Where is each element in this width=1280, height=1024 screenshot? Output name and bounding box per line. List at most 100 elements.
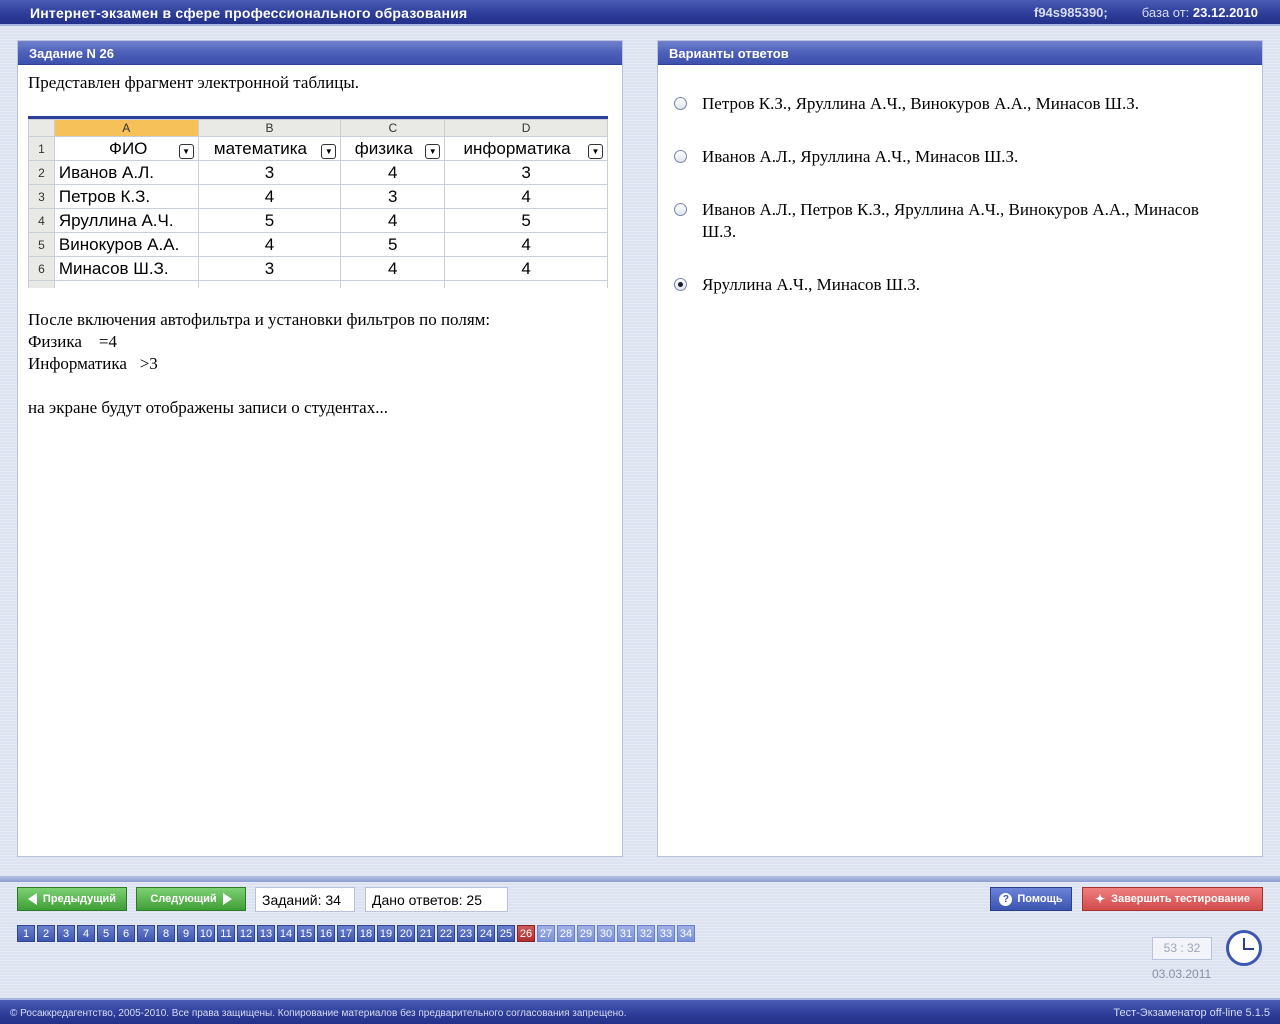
page-button[interactable]: 11: [217, 925, 235, 942]
table-cell: 5: [444, 208, 608, 233]
app-title: Интернет-экзамен в сфере профессионально…: [30, 5, 468, 21]
field-header-label: информатика: [463, 138, 571, 158]
field-header: математика ▼: [197, 136, 342, 161]
page-button[interactable]: 7: [137, 925, 155, 942]
table-row: 4 Яруллина А.Ч. 5 4 5: [28, 208, 608, 233]
table-cell: 5: [340, 232, 446, 257]
prev-label: Предыдущий: [42, 893, 117, 905]
page-button[interactable]: 19: [377, 925, 395, 942]
arrow-right-icon: [222, 893, 232, 905]
column-header: D: [444, 119, 608, 137]
page-button[interactable]: 33: [657, 925, 675, 942]
autofilter-dropdown-icon[interactable]: ▼: [588, 144, 603, 159]
table-cell: Яруллина А.Ч.: [53, 208, 199, 233]
table-cell: 4: [340, 160, 446, 185]
answer-label: Иванов А.Л., Петров К.З., Яруллина А.Ч.,…: [702, 200, 1199, 241]
table-cell: 4: [444, 232, 608, 257]
spreadsheet-fragment: A B C D 1 ФИО ▼ математика ▼ физика ▼ информатика ▼ 2…: [28, 116, 608, 288]
sheet-corner: [28, 119, 55, 137]
field-header: физика ▼: [340, 136, 446, 161]
page-button[interactable]: 22: [437, 925, 455, 942]
page-button[interactable]: 14: [277, 925, 295, 942]
row-number: 1: [28, 136, 55, 161]
table-cell: 4: [197, 184, 342, 209]
page-button[interactable]: 20: [397, 925, 415, 942]
finish-button[interactable]: ✦ Завершить тестирование: [1082, 887, 1263, 911]
radio-button[interactable]: [674, 97, 687, 110]
session-code: f94s985390;: [1034, 5, 1108, 20]
table-cell: 3: [444, 160, 608, 185]
page-button[interactable]: 12: [237, 925, 255, 942]
table-cell: 3: [197, 160, 342, 185]
page-button[interactable]: 9: [177, 925, 195, 942]
version-text: Тест-Экзаменатор off-line 5.1.5: [1113, 1007, 1270, 1019]
autofilter-dropdown-icon[interactable]: ▼: [425, 144, 441, 159]
page-button[interactable]: 3: [57, 925, 75, 942]
task-conditions: После включения автофильтра и установки …: [28, 309, 490, 419]
page-button[interactable]: 32: [637, 925, 655, 942]
page-button[interactable]: 13: [257, 925, 275, 942]
task-panel: Задание N 26 Представлен фрагмент электр…: [17, 40, 623, 857]
page-button[interactable]: 16: [317, 925, 335, 942]
radio-button[interactable]: [674, 203, 687, 216]
page-button[interactable]: 6: [117, 925, 135, 942]
table-cell: Иванов А.Л.: [53, 160, 199, 185]
page-button[interactable]: 23: [457, 925, 475, 942]
filter-physics: Физика =4: [28, 332, 117, 351]
page-button[interactable]: 5: [97, 925, 115, 942]
footer-bar: © Росаккредагентство, 2005-2010. Все пра…: [0, 998, 1280, 1024]
task-heading: Задание N 26: [18, 41, 622, 65]
radio-button[interactable]: [674, 150, 687, 163]
filter-informatics: Информатика >3: [28, 354, 158, 373]
page-button[interactable]: 10: [197, 925, 215, 942]
page-button[interactable]: 1: [17, 925, 35, 942]
page-button[interactable]: 17: [337, 925, 355, 942]
field-header: ФИО ▼: [53, 136, 199, 161]
table-row: 2 Иванов А.Л. 3 4 3: [28, 160, 608, 185]
page-button[interactable]: 21: [417, 925, 435, 942]
page-button[interactable]: 2: [37, 925, 55, 942]
field-header-label: ФИО: [109, 138, 148, 158]
autofilter-dropdown-icon[interactable]: ▼: [321, 144, 337, 159]
answer-label: Петров К.З., Яруллина А.Ч., Винокуров А.…: [702, 94, 1139, 113]
radio-button[interactable]: [674, 278, 687, 291]
row-number: 4: [28, 208, 55, 233]
help-label: Помощь: [1017, 893, 1063, 905]
table-cell: 3: [340, 184, 446, 209]
page-button[interactable]: 26: [517, 925, 535, 942]
column-header: C: [340, 119, 446, 137]
page-button[interactable]: 28: [557, 925, 575, 942]
answer-option[interactable]: Петров К.З., Яруллина А.Ч., Винокуров А.…: [674, 93, 1212, 115]
runner-icon: ✦: [1095, 892, 1106, 906]
next-button[interactable]: Следующий: [136, 887, 246, 911]
page-button[interactable]: 30: [597, 925, 615, 942]
page-button[interactable]: 18: [357, 925, 375, 942]
row-number: 5: [28, 232, 55, 257]
answer-option[interactable]: Иванов А.Л., Яруллина А.Ч., Минасов Ш.З.: [674, 146, 1212, 168]
page-button[interactable]: 8: [157, 925, 175, 942]
page-button[interactable]: 29: [577, 925, 595, 942]
field-header-label: математика: [213, 138, 308, 158]
table-row: 5 Винокуров А.А. 4 5 4: [28, 232, 608, 257]
row-number: 6: [28, 256, 55, 281]
prev-button[interactable]: Предыдущий: [17, 887, 127, 911]
table-cell: 4: [444, 184, 608, 209]
page-button[interactable]: 15: [297, 925, 315, 942]
page-button[interactable]: 31: [617, 925, 635, 942]
tasks-count: Заданий: 34: [255, 887, 355, 912]
answer-option[interactable]: Яруллина А.Ч., Минасов Ш.З.: [674, 274, 1212, 296]
row-number: 7: [28, 280, 55, 288]
page-button[interactable]: 25: [497, 925, 515, 942]
page-button[interactable]: 34: [677, 925, 695, 942]
answers-panel: Варианты ответов Петров К.З., Яруллина А…: [657, 40, 1263, 857]
page-button[interactable]: 27: [537, 925, 555, 942]
page-button[interactable]: 24: [477, 925, 495, 942]
table-cell: 4: [340, 256, 446, 281]
table-cell: 4: [340, 208, 446, 233]
answer-option[interactable]: Иванов А.Л., Петров К.З., Яруллина А.Ч.,…: [674, 199, 1212, 243]
help-icon: ?: [999, 892, 1013, 906]
help-button[interactable]: ? Помощь: [990, 887, 1072, 911]
autofilter-dropdown-icon[interactable]: ▼: [178, 144, 194, 159]
page-button[interactable]: 4: [77, 925, 95, 942]
table-cell: 4: [197, 232, 342, 257]
